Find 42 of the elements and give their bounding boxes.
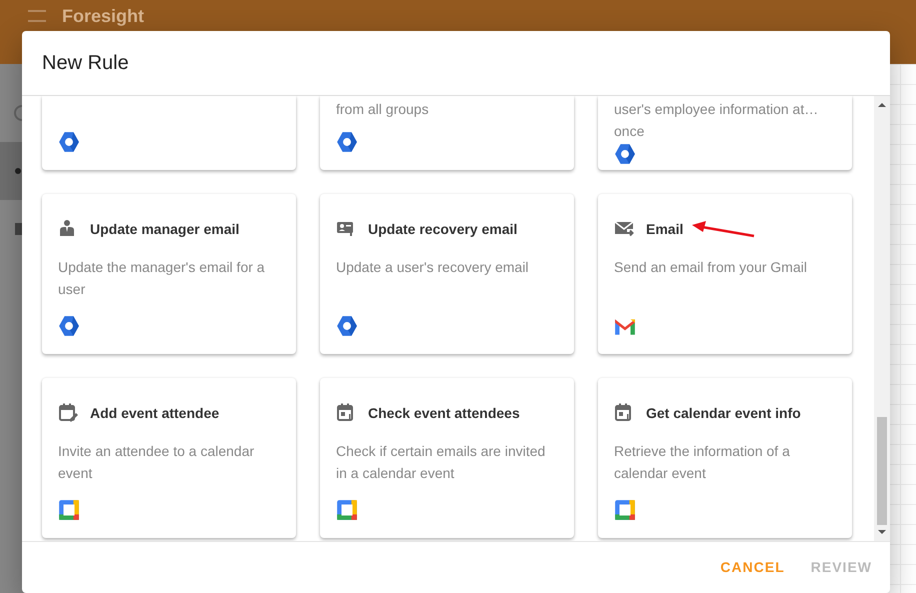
calendar-logo-icon: [614, 498, 636, 521]
calendar-icon: [614, 403, 634, 423]
calendar-pencil-icon: [58, 403, 78, 423]
hexagon-logo-icon: [58, 314, 80, 337]
card-title: Add event attendee: [90, 404, 220, 422]
rule-card[interactable]: Add event attendee Invite an attendee to a calendar event: [42, 378, 296, 538]
card-description: from all groups: [336, 100, 430, 119]
rule-card[interactable]: Email Send an email from your Gmail: [598, 194, 852, 354]
contact-card-icon: [336, 219, 356, 239]
rule-card[interactable]: Check event attendees Check if certain emails are invited in a calendar event: [320, 378, 574, 538]
calendar-logo-icon: [336, 498, 358, 521]
rule-card[interactable]: Update manager email Update the manager's email for a user: [42, 194, 296, 354]
card-description: Check if certain emails are invited in a calendar event: [336, 442, 546, 483]
scroll-thumb[interactable]: [877, 417, 887, 525]
card-title: Get calendar event info: [646, 404, 801, 422]
card-description: Update the manager's email for a user: [58, 258, 266, 299]
hexagon-logo-icon: [614, 142, 636, 165]
rule-card[interactable]: from all groups: [320, 96, 574, 170]
card-description: Retrieve the information of a calendar event: [614, 442, 791, 483]
rule-card[interactable]: Update recovery email Update a user's recovery email: [320, 194, 574, 354]
hexagon-logo-icon: [58, 130, 80, 153]
card-title: Update manager email: [90, 220, 240, 239]
card-description: Update a user's recovery email: [336, 258, 530, 277]
calendar-logo-icon: [58, 498, 80, 521]
card-description: Invite an attendee to a calendar event: [58, 442, 256, 483]
card-title: Update recovery email: [368, 220, 518, 239]
scrollbar[interactable]: [874, 96, 890, 541]
card-description: Send an email from your Gmail: [614, 258, 808, 277]
card-title: Email: [646, 220, 684, 238]
card-title: Check event attendees: [368, 404, 520, 422]
rule-card[interactable]: user's employee information at… once: [598, 96, 852, 170]
dialog-title: New Rule: [42, 51, 129, 76]
card-description: user's employee information at… once: [614, 100, 820, 141]
hexagon-logo-icon: [336, 314, 358, 337]
rule-card[interactable]: Get calendar event info Retrieve the information of a calendar event: [598, 378, 852, 538]
annotation-arrow: [690, 218, 756, 240]
calendar-icon: [336, 403, 356, 423]
envelope-icon: [614, 219, 634, 239]
hexagon-logo-icon: [336, 130, 358, 153]
scroll-down-icon[interactable]: [878, 529, 886, 535]
app-title: Foresight: [62, 5, 144, 27]
scroll-up-icon[interactable]: [878, 102, 886, 108]
